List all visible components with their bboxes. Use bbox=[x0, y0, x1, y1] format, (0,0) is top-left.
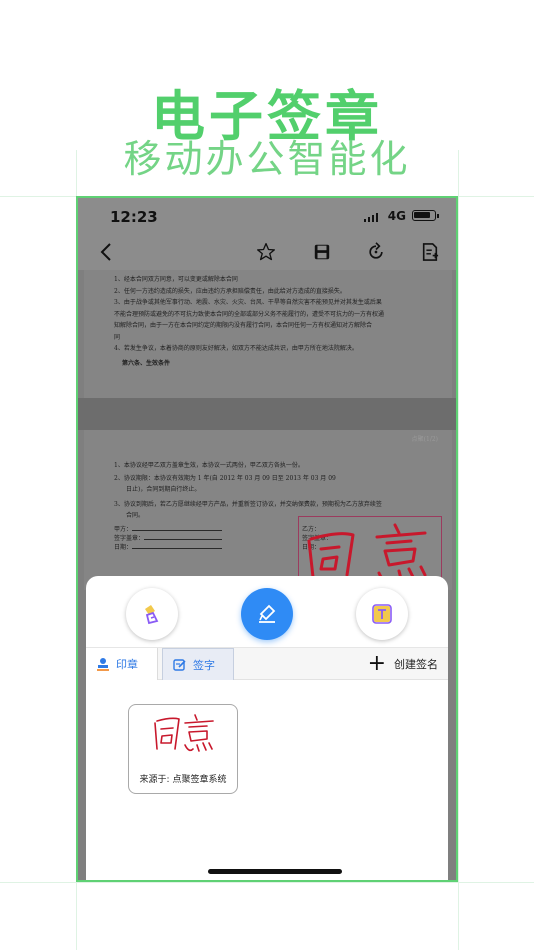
star-icon[interactable] bbox=[252, 238, 280, 266]
network-label: 4G bbox=[387, 209, 406, 223]
text-box-button[interactable] bbox=[356, 588, 408, 640]
handwritten-signature-icon bbox=[307, 523, 427, 582]
back-icon[interactable] bbox=[92, 238, 120, 266]
plus-icon: + bbox=[367, 651, 386, 676]
party-a-date-field: 日期： bbox=[114, 542, 223, 553]
tab-sign[interactable]: 签字 bbox=[162, 648, 234, 680]
doc-line: 2、任何一方违约造成的损失，应由违约方承担赔偿责任，由此给对方造成的直接损失。 bbox=[114, 287, 346, 295]
pen-icon bbox=[173, 658, 186, 671]
seal-stamp-icon bbox=[145, 605, 159, 625]
signal-icon bbox=[364, 213, 378, 222]
nav-bar bbox=[78, 234, 456, 270]
handwrite-sign-button[interactable] bbox=[241, 588, 293, 640]
doc-section-title: 第六条、生效条件 bbox=[122, 359, 171, 367]
document-page: 1、经本合同双方同意，可以变更或解除本合同 2、任何一方违约造成的损失，应由违约… bbox=[84, 270, 452, 398]
placed-signature[interactable] bbox=[298, 516, 442, 584]
status-bar: 12:23 4G bbox=[78, 198, 456, 234]
page-number: 点聚(1/2) bbox=[411, 436, 438, 443]
signature-sheet: 印章 签字 + 创建签名 来源于: 点聚签章系统 bbox=[86, 576, 448, 880]
seal-stamp-button[interactable] bbox=[126, 588, 178, 640]
doc-line: 同 bbox=[114, 333, 121, 341]
rotate-icon[interactable] bbox=[362, 238, 390, 266]
doc-line: 3、由于战争或其他军事行动、地震、水灾、火灾、台风、干旱等自然灾害不能预见并对其… bbox=[114, 299, 382, 306]
tab-seal-label: 印章 bbox=[116, 658, 138, 671]
page-gap bbox=[78, 398, 456, 430]
doc-line: 2、协议期限：本协议有效期为 1 年(自 2012 年 03 月 09 日至 2… bbox=[114, 475, 336, 482]
handwrite-sign-icon bbox=[259, 604, 276, 623]
create-signature-label: 创建签名 bbox=[394, 658, 438, 671]
promo-subline: 移动办公智能化 bbox=[123, 137, 411, 181]
save-icon[interactable] bbox=[308, 238, 336, 266]
doc-line: 1、本协议经甲乙双方盖章生效，本协议一式两份，甲乙双方各执一份。 bbox=[114, 462, 304, 469]
tool-row bbox=[86, 576, 448, 648]
home-indicator bbox=[208, 869, 342, 874]
signature-thumbnail-icon bbox=[154, 714, 214, 752]
tabs-row: 印章 签字 + 创建签名 bbox=[86, 648, 448, 680]
guide-line bbox=[458, 150, 459, 950]
guide-line bbox=[0, 882, 534, 883]
doc-line: 不能合理预防或避免的不可抗力致使本合同的全部或部分义务不能履行的，遭受不可抗力的… bbox=[114, 310, 385, 318]
doc-line: 知解除合同，由于一方在本合同约定的期限内没有履行合同，本合同任何一方有权通知对方… bbox=[114, 322, 373, 329]
tab-sign-label: 签字 bbox=[193, 658, 215, 672]
doc-line: 3、协议到期后，若乙方愿继续经甲方产品，并重新签订协议，并交纳保费款，预期视为乙… bbox=[114, 501, 382, 508]
seal-icon bbox=[97, 658, 109, 671]
doc-line: 日止)，合同到期自行终止。 bbox=[126, 486, 201, 493]
doc-line: 4、若发生争议，本着协商的原则友好解决，如双方不能达成共识，由甲方所在地法院解决… bbox=[114, 345, 358, 352]
signature-card[interactable]: 来源于: 点聚签章系统 bbox=[128, 704, 238, 794]
doc-line: 1、经本合同双方同意，可以变更或解除本合同 bbox=[114, 276, 238, 283]
tab-seal[interactable]: 印章 bbox=[86, 648, 158, 680]
create-signature-button[interactable]: + 创建签名 bbox=[368, 648, 438, 680]
status-time: 12:23 bbox=[110, 208, 158, 226]
note-icon[interactable] bbox=[416, 238, 444, 266]
signature-source-caption: 来源于: 点聚签章系统 bbox=[139, 775, 227, 785]
phone-screen: 12:23 4G 1、经本合同双方同意，可以变更或解除本合同 2、任何一方违约造… bbox=[76, 196, 458, 882]
text-box-icon bbox=[372, 604, 392, 624]
battery-icon bbox=[412, 210, 439, 221]
